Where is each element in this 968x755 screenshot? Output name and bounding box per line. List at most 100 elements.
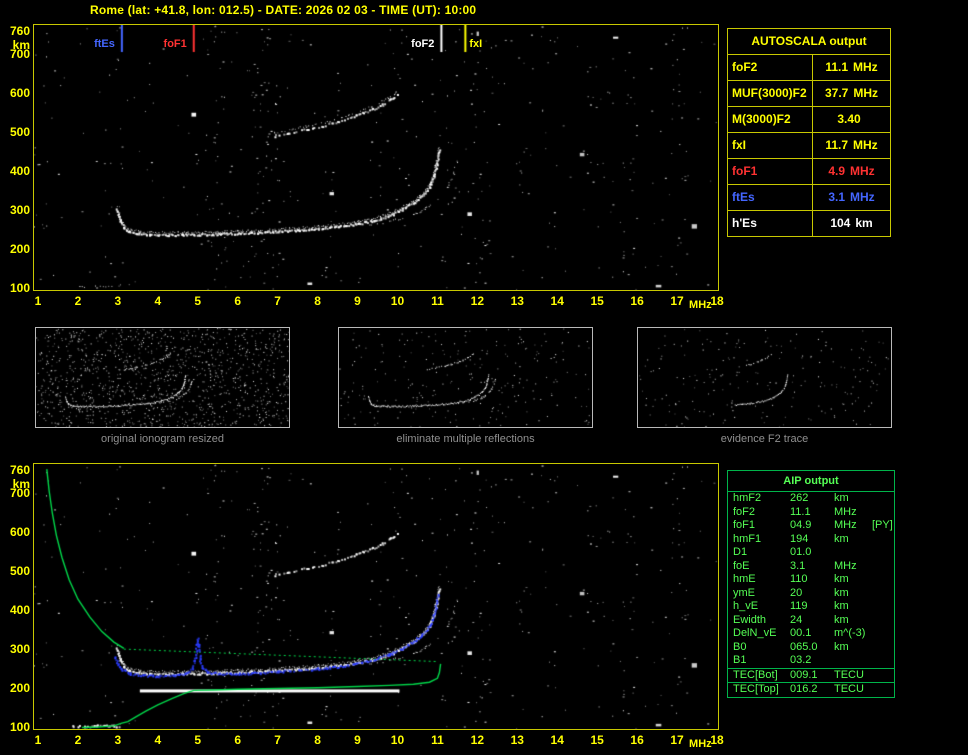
autoscala-param-value: 104 km: [813, 211, 890, 236]
aip-param-unit: km: [834, 600, 849, 612]
aip-param-unit: m^(-3): [834, 627, 866, 639]
thumbnail-f2-canvas: [638, 328, 891, 427]
ionogram-main-canvas: [34, 25, 718, 290]
aip-param-extra: [872, 669, 894, 683]
x-tick-label: 12: [470, 733, 485, 747]
ionogram-main-plot: [33, 24, 719, 291]
y-tick-label: 200: [9, 242, 30, 257]
aip-param-extra: [872, 492, 894, 506]
x-tick-label: 15: [590, 733, 604, 747]
aip-param-unit: TECU: [834, 668, 864, 681]
aip-row-hmf2: hmF2 262 km: [728, 492, 894, 506]
x-tick-label: 9: [354, 733, 361, 747]
aip-table-rows: hmF2 262 km foF2 11.1 MHz foF1 04.9 MHz [PY] hmF1 1…: [728, 492, 894, 697]
autoscala-value-number: 11.7: [825, 138, 849, 152]
x-tick-label: 13: [510, 294, 524, 308]
autoscala-table-rows: foF2 11.1 MHz MUF(3000)F2 37.7 MHz M(3000)F2 3.…: [728, 55, 890, 236]
x-tick-label: 4: [154, 733, 162, 747]
aip-param-value: 110: [790, 573, 808, 585]
aip-row-tectop: TEC[Top] 016.2 TECU: [728, 682, 894, 697]
x-tick-label: 16: [630, 733, 644, 747]
x-tick-label: 2: [74, 294, 82, 308]
autoscala-param-label: ftEs: [728, 185, 813, 210]
autoscala-value-number: 104: [830, 216, 851, 230]
x-tick-label: 16: [630, 294, 644, 308]
aip-param-label: h_vE: [733, 600, 759, 612]
autoscala-param-label: foF2: [728, 55, 813, 80]
aip-param-value: 262: [790, 492, 809, 504]
aip-row-fof1: foF1 04.9 MHz [PY]: [728, 519, 894, 533]
x-tick-label: 4: [154, 294, 162, 308]
aip-row-fof2: foF2 11.1 MHz: [728, 506, 894, 520]
page-title: Rome (lat: +41.8, lon: 012.5) - DATE: 20…: [90, 3, 477, 17]
y-tick-label: 100: [9, 281, 30, 296]
aip-param-value: 016.2: [790, 683, 818, 695]
x-tick-label: 5: [194, 294, 202, 308]
aip-row-hve: h_vE 119 km: [728, 600, 894, 614]
thumbnail-reflections-canvas: [339, 328, 592, 427]
aip-param-value: 065.0: [790, 640, 818, 653]
autoscala-param-label: h'Es: [728, 211, 813, 236]
autoscala-value-number: 11.1: [825, 60, 849, 74]
x-tick-label: 17: [670, 294, 684, 308]
autoscala-row-ftes: ftEs 3.1 MHz: [728, 185, 890, 211]
aip-param-unit: km: [834, 586, 849, 599]
aip-param-label: foE: [733, 559, 750, 572]
aip-param-unit: MHz: [834, 505, 857, 518]
autoscala-param-value: 3.1 MHz: [813, 185, 890, 210]
aip-param-unit: [834, 546, 872, 560]
aip-param-unit: TECU: [834, 683, 864, 695]
autoscala-row-fxi: fxI 11.7 MHz: [728, 133, 890, 159]
y-axis-unit-label: km: [12, 476, 30, 491]
aip-row-delnve: DelN_vE 00.1 m^(-3): [728, 627, 894, 641]
x-tick-label: 14: [550, 294, 564, 308]
autoscala-param-value: 11.1 MHz: [813, 55, 890, 80]
thumbnail-f2-trace: [637, 327, 892, 428]
x-tick-label: 6: [234, 733, 242, 747]
x-tick-label: 9: [354, 294, 361, 308]
aip-param-extra: [872, 627, 894, 641]
autoscala-value-number: 3.1: [828, 190, 845, 204]
aip-row-d1: D1 01.0: [728, 546, 894, 560]
aip-param-value: 00.1: [790, 627, 812, 639]
autoscala-param-value: 11.7 MHz: [813, 133, 890, 158]
profile-canvas: [34, 464, 718, 729]
autoscala-param-label: M(3000)F2: [728, 107, 813, 132]
aip-param-unit: km: [834, 573, 849, 585]
autoscala-param-label: fxI: [728, 133, 813, 158]
x-tick-label: 3: [114, 294, 122, 308]
aip-param-unit: [834, 654, 872, 668]
aip-row-tecbot: TEC[Bot] 009.1 TECU: [728, 667, 894, 683]
y-tick-label: 600: [9, 525, 30, 540]
autoscala-value-number: 37.7: [824, 86, 849, 100]
autoscala-row-m3000f2: M(3000)F2 3.40: [728, 107, 890, 133]
aip-param-unit: km: [834, 532, 849, 545]
aip-row-b1: B1 03.2: [728, 654, 894, 668]
autoscala-param-value: 3.40: [813, 107, 890, 132]
x-tick-label: 17: [670, 733, 684, 747]
aip-param-value: 01.0: [790, 546, 812, 558]
thumbnail-multiple-reflections: [338, 327, 593, 428]
autoscala-table-title: AUTOSCALA output: [728, 29, 890, 55]
thumbnail-caption-f2: evidence F2 trace: [720, 433, 809, 445]
aip-row-foe: foE 3.1 MHz: [728, 560, 894, 574]
x-tick-label: 11: [431, 294, 444, 308]
aip-param-extra: [872, 546, 894, 560]
marker-fxI-label: fxI: [469, 38, 483, 50]
aip-param-value: 119: [790, 600, 808, 612]
autoscala-value-unit: MHz: [853, 138, 878, 152]
profile-plot: [33, 463, 719, 730]
autoscala-row-fof2: foF2 11.1 MHz: [728, 55, 890, 81]
aip-param-extra: [872, 641, 894, 655]
y-tick-label: 760: [9, 23, 30, 38]
aip-row-b0: B0 065.0 km: [728, 641, 894, 655]
marker-foF1-label: foF1: [163, 38, 187, 50]
autoscala-row-muf3000f2: MUF(3000)F2 37.7 MHz: [728, 81, 890, 107]
thumbnail-original-canvas: [36, 328, 289, 427]
aip-param-unit: km: [834, 492, 849, 504]
y-tick-label: 600: [9, 86, 30, 101]
thumbnail-original-ionogram: [35, 327, 290, 428]
aip-param-extra: [872, 600, 894, 614]
aip-param-extra: [872, 560, 894, 574]
x-tick-label: 1: [34, 733, 42, 747]
